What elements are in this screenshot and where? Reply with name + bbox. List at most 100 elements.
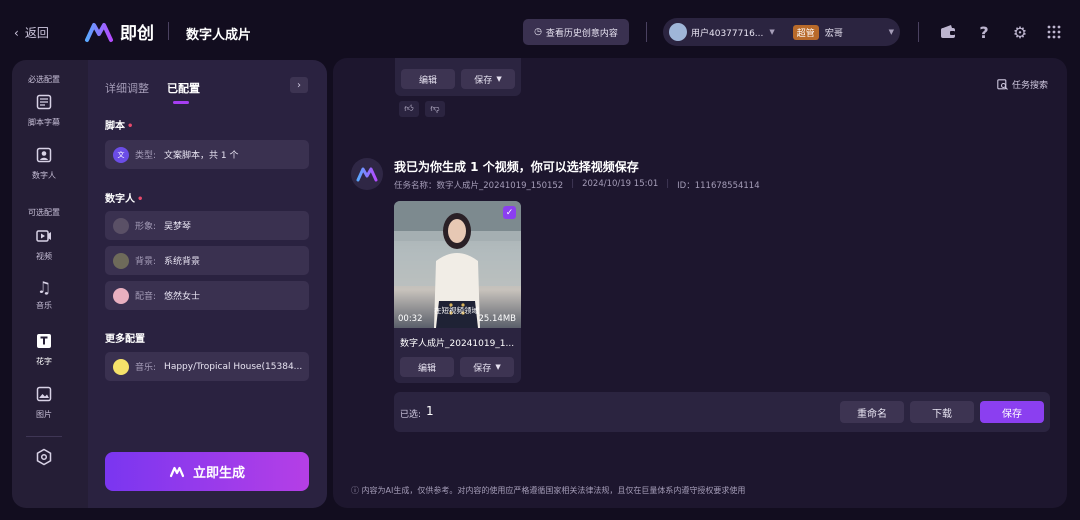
sidebar-item-more[interactable] [12,448,76,469]
voice-value: 悠然女士 [164,292,201,302]
sidebar-item-digital-human[interactable]: 数字人 [12,147,76,181]
avatar-value: 吴梦琴 [164,222,192,232]
config-tabs: 详细调整 已配置 [105,80,200,104]
video-duration: 00:32 [398,314,423,324]
meta-divider: | [666,179,670,189]
top-bar: ‹ 返回 即创 数字人成片 ◷ 查看历史创意内容 用户40377716... ▼… [0,0,1080,62]
selected-check-icon[interactable]: ✓ [503,206,516,219]
meta-divider: | [571,179,575,189]
thumbs-down-icon[interactable]: 👎︎ [425,101,445,117]
video-result-card[interactable]: ✓ 00:32 在短视频领域 25.14MB 数字人成片_20241019_1.… [394,201,521,383]
chevron-left-icon: ‹ [14,25,19,40]
logo-icon [85,22,113,42]
script-value: 文案脚本，共 1 个 [164,151,239,161]
hexagon-settings-icon [35,448,53,469]
results-area: 编辑 保存 ▼ 👍︎ 👎︎ 任务搜索 我已为你生成 1 个视频，你可以选择视频保… [333,58,1067,508]
tab-configured[interactable]: 已配置 [167,80,200,104]
avatar-thumb-icon [113,217,129,234]
video-name: 数字人成片_20241019_1... [400,339,515,349]
video-thumbnail[interactable]: ✓ 00:32 在短视频领域 25.14MB [394,201,521,328]
sidebar-item-image[interactable]: 图片 [12,386,76,420]
sidebar-item-label: 脚本字幕 [28,118,60,127]
edit-button[interactable]: 编辑 [401,69,455,89]
save-label: 保存 [474,75,493,86]
wallet-icon[interactable] [936,20,960,44]
config-sidebar: 必选配置 脚本字幕 数字人 可选配置 视频 ♫ 音乐 花字 图片 [12,60,88,508]
sidebar-item-label: 视频 [36,252,52,261]
chevron-right-icon[interactable]: › [290,77,308,93]
voice-config-card[interactable]: 配音: 悠然女士 [105,281,309,310]
background-thumb-icon [113,252,129,269]
history-button[interactable]: ◷ 查看历史创意内容 [523,19,629,45]
sidebar-item-label: 音乐 [36,301,52,310]
app-logo: 即创 [84,19,154,44]
required-section-label: 必选配置 [28,75,60,84]
app-grid-icon[interactable] [1042,20,1066,44]
text-effect-icon [36,333,52,352]
script-section-title: 脚本 • [105,117,133,132]
sidebar-item-video[interactable]: 视频 [12,228,76,262]
role-badge: 超管 [792,24,819,40]
image-icon [36,386,52,405]
config-panel: 详细调整 已配置 › 脚本 • 文 类型: 文案脚本，共 1 个 数字人 • 形象:… [88,60,327,508]
more-section-title: 更多配置 [105,334,145,345]
avatar [669,23,687,41]
background-config-card[interactable]: 背景: 系统背景 [105,246,309,275]
sidebar-item-label: 数字人 [32,171,56,180]
sidebar-item-text-effect[interactable]: 花字 [12,333,76,367]
rename-button[interactable]: 重命名 [840,401,904,423]
human-section-label: 数字人 [105,194,135,205]
generate-label: 立即生成 [192,466,245,481]
logo-text: 即创 [120,24,154,44]
sidebar-item-script[interactable]: 脚本字幕 [12,94,76,128]
sidebar-item-label: 花字 [36,357,52,366]
music-icon: ♫ [36,278,52,297]
user-switcher[interactable]: 用户40377716... ▼ 超管 宏哥 ▼ [663,18,900,46]
music-key: 音乐: [135,363,157,373]
video-save-dropdown-button[interactable]: 保存 ▼ [460,357,514,377]
header-divider [646,22,647,42]
settings-icon[interactable]: ⚙ [1008,20,1032,44]
human-section-title: 数字人 • [105,190,143,205]
digital-human-icon [36,147,52,166]
video-edit-button[interactable]: 编辑 [400,357,454,377]
user-name: 用户40377716... [691,28,764,39]
script-config-card[interactable]: 文 类型: 文案脚本，共 1 个 [105,140,309,169]
download-button[interactable]: 下载 [910,401,974,423]
task-name: 任务名称：数字人成片_20241019_150152 [394,181,564,191]
history-label: 查看历史创意内容 [545,28,618,39]
clock-icon: ◷ [534,27,542,37]
assistant-avatar [351,158,383,190]
sidebar-divider [26,436,62,437]
selection-bar: 已选: 1 重命名 下载 保存 [394,392,1050,432]
sidebar-item-label: 图片 [36,410,52,419]
page-title: 数字人成片 [186,28,252,43]
back-button[interactable]: ‹ 返回 [14,24,49,41]
script-section-label: 脚本 [105,121,125,132]
translate-icon: 文 [113,146,129,163]
avatar-config-card[interactable]: 形象: 吴梦琴 [105,211,309,240]
task-search-button[interactable]: 任务搜索 [997,78,1048,91]
generate-now-button[interactable]: 立即生成 [105,452,309,491]
save-dropdown-button[interactable]: 保存 ▼ [461,69,515,89]
thumbs-up-icon[interactable]: 👍︎ [399,101,419,117]
background-value: 系统背景 [164,257,201,267]
caret-down-icon: ▼ [769,28,775,36]
required-mark: • [137,194,144,205]
sidebar-item-music[interactable]: ♫ 音乐 [12,280,76,311]
video-size: 25.14MB [478,314,517,324]
info-icon: ⓘ [351,486,359,495]
save-button[interactable]: 保存 [980,401,1044,423]
voice-avatar-icon [113,287,129,304]
back-label: 返回 [24,26,49,40]
help-icon[interactable]: ? [972,20,996,44]
caret-down-icon: ▼ [888,28,894,36]
music-config-card[interactable]: 音乐: Happy/Tropical House(15384... [105,352,309,381]
tab-detail-adjust[interactable]: 详细调整 [105,80,149,96]
message-title: 我已为你生成 1 个视频，你可以选择视频保存 [394,160,639,174]
task-id: ID：111678554114 [677,181,760,191]
video-icon [36,228,52,247]
script-key: 类型: [135,151,157,161]
logo-icon [356,167,378,182]
music-cover-icon [113,358,129,375]
